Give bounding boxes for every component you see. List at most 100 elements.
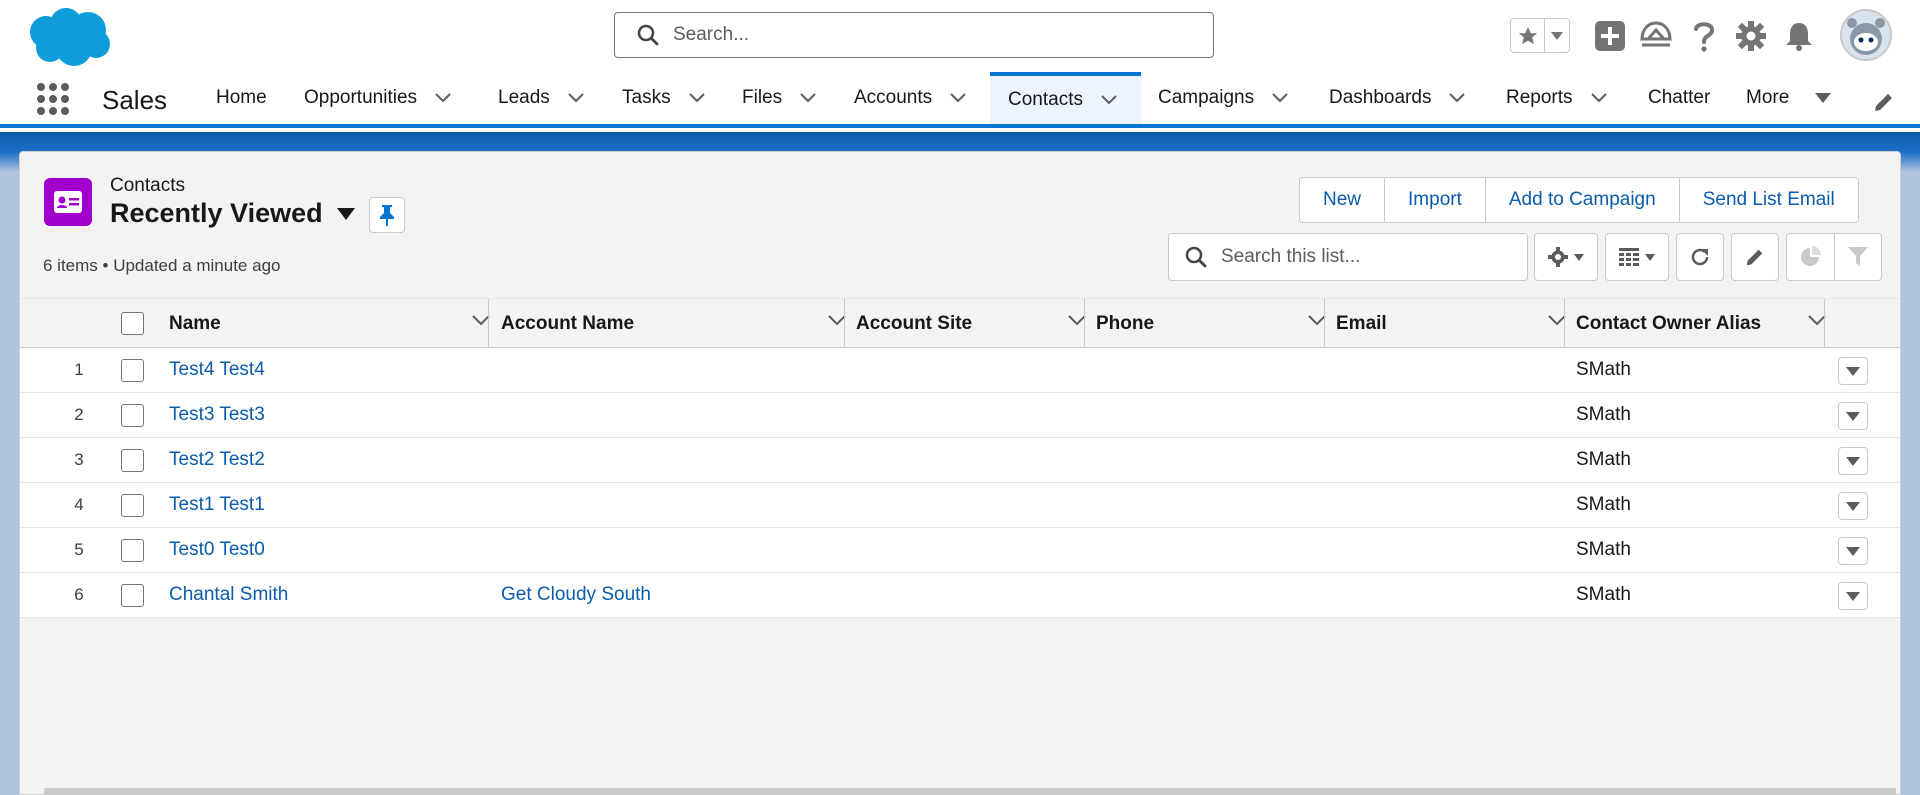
nav-item-more[interactable]: More [1746,72,1832,124]
owner-alias: SMath [1576,539,1631,560]
nav-item-home[interactable]: Home [216,72,267,124]
display-as-button[interactable] [1605,233,1669,281]
salesforce-logo[interactable] [22,6,114,68]
nav-item-dashboards[interactable]: Dashboards [1329,72,1466,124]
row-checkbox[interactable] [121,494,144,517]
row-actions-button[interactable] [1838,537,1868,565]
add-to-campaign-button[interactable]: Add to Campaign [1485,178,1680,222]
help-button[interactable] [1686,18,1722,54]
table-row: 2 Test3 Test3 SMath [20,393,1900,438]
nav-item-reports[interactable]: Reports [1506,72,1607,124]
refresh-icon [1691,248,1709,266]
favorites-list-button[interactable] [1545,19,1569,52]
gear-icon [1736,21,1766,51]
edit-list-button[interactable] [1731,233,1779,281]
send-list-email-button[interactable]: Send List Email [1679,178,1858,222]
filter-button[interactable] [1835,234,1882,280]
refresh-button[interactable] [1676,233,1724,281]
setup-button[interactable] [1733,18,1769,54]
nav-item-tasks[interactable]: Tasks [622,72,705,124]
row-actions-button[interactable] [1838,492,1868,520]
column-header-phone[interactable]: Phone [1096,299,1336,348]
contact-name-link[interactable]: Test0 Test0 [169,528,265,572]
astro-avatar-icon [1847,18,1885,55]
row-number: 3 [74,450,84,469]
global-actions-button[interactable] [1592,18,1628,54]
row-checkbox[interactable] [121,359,144,382]
chevron-down-icon[interactable] [800,93,816,103]
nav-label: More [1746,87,1790,108]
nav-item-accounts[interactable]: Accounts [854,72,966,124]
row-checkbox[interactable] [121,449,144,472]
table-row: 6 Chantal Smith Get Cloudy South SMath [20,573,1900,618]
chevron-down-icon[interactable] [688,93,705,103]
caret-down-icon [1815,93,1832,103]
nav-item-leads[interactable]: Leads [498,72,584,124]
chevron-down-icon[interactable] [1272,93,1288,103]
row-actions-button[interactable] [1838,582,1868,610]
list-search-placeholder: Search this list... [1221,246,1361,267]
chevron-down-icon[interactable] [950,93,966,103]
caret-down-icon [1574,253,1584,261]
contact-name-link[interactable]: Test1 Test1 [169,483,265,527]
column-divider[interactable] [1564,299,1565,348]
column-divider[interactable] [1324,299,1325,348]
nav-item-contacts[interactable]: Contacts [990,72,1141,124]
chevron-down-icon[interactable] [1590,93,1607,103]
list-settings-button[interactable] [1534,233,1598,281]
object-label: Contacts [110,175,185,196]
column-divider[interactable] [1824,299,1825,348]
column-header-account-name[interactable]: Account Name [501,299,856,348]
row-actions-button[interactable] [1838,357,1868,385]
page-title: Recently Viewed [110,198,323,228]
list-search-input[interactable]: Search this list... [1168,233,1528,281]
column-divider[interactable] [844,299,845,348]
row-actions-button[interactable] [1838,402,1868,430]
nav-item-chatter[interactable]: Chatter [1648,72,1710,124]
contact-object-icon [44,178,92,226]
chevron-down-icon[interactable] [435,93,451,103]
nav-item-files[interactable]: Files [742,72,816,124]
contact-name-link[interactable]: Test3 Test3 [169,393,265,437]
pin-list-button[interactable] [369,197,405,233]
new-button[interactable]: New [1300,178,1386,222]
user-avatar[interactable] [1840,9,1892,61]
nav-label: Reports [1506,87,1573,108]
select-all-checkbox[interactable] [121,312,144,335]
trailhead-button[interactable] [1638,18,1674,54]
nav-label: Dashboards [1329,87,1432,108]
column-header-account-site[interactable]: Account Site [856,299,1096,348]
contact-name-link[interactable]: Test4 Test4 [169,348,265,392]
column-divider[interactable] [1084,299,1085,348]
nav-item-opportunities[interactable]: Opportunities [304,72,451,124]
show-charts-button[interactable] [1787,234,1835,280]
app-navigation-bar: Sales Home Opportunities Leads Tasks Fil… [0,72,1920,128]
row-checkbox[interactable] [121,404,144,427]
contact-name-link[interactable]: Chantal Smith [169,573,288,617]
caret-down-icon [1846,411,1860,421]
horizontal-scrollbar[interactable] [44,788,1896,795]
favorites-button[interactable] [1511,19,1545,52]
global-search-input[interactable]: Search... [614,12,1214,58]
pencil-icon[interactable] [1872,90,1896,114]
row-number: 2 [74,405,84,424]
account-name-link[interactable]: Get Cloudy South [501,573,651,617]
chevron-down-icon[interactable] [568,93,584,103]
nav-item-campaigns[interactable]: Campaigns [1158,72,1288,124]
app-launcher-icon[interactable] [36,82,70,116]
row-actions-button[interactable] [1838,447,1868,475]
column-header-name[interactable]: Name [169,299,500,348]
contact-name-link[interactable]: Test2 Test2 [169,438,265,482]
import-button[interactable]: Import [1385,178,1486,222]
list-view-selector[interactable]: Recently Viewed [110,198,355,229]
row-checkbox[interactable] [121,584,144,607]
column-header-contact-owner-alias[interactable]: Contact Owner Alias [1576,299,1836,348]
column-divider[interactable] [488,299,489,348]
chevron-down-icon[interactable] [1101,95,1117,105]
row-checkbox[interactable] [121,539,144,562]
notifications-button[interactable] [1781,18,1817,54]
table-row: 5 Test0 Test0 SMath [20,528,1900,573]
column-header-email[interactable]: Email [1336,299,1576,348]
column-label: Phone [1096,312,1155,334]
chevron-down-icon[interactable] [1449,93,1466,103]
